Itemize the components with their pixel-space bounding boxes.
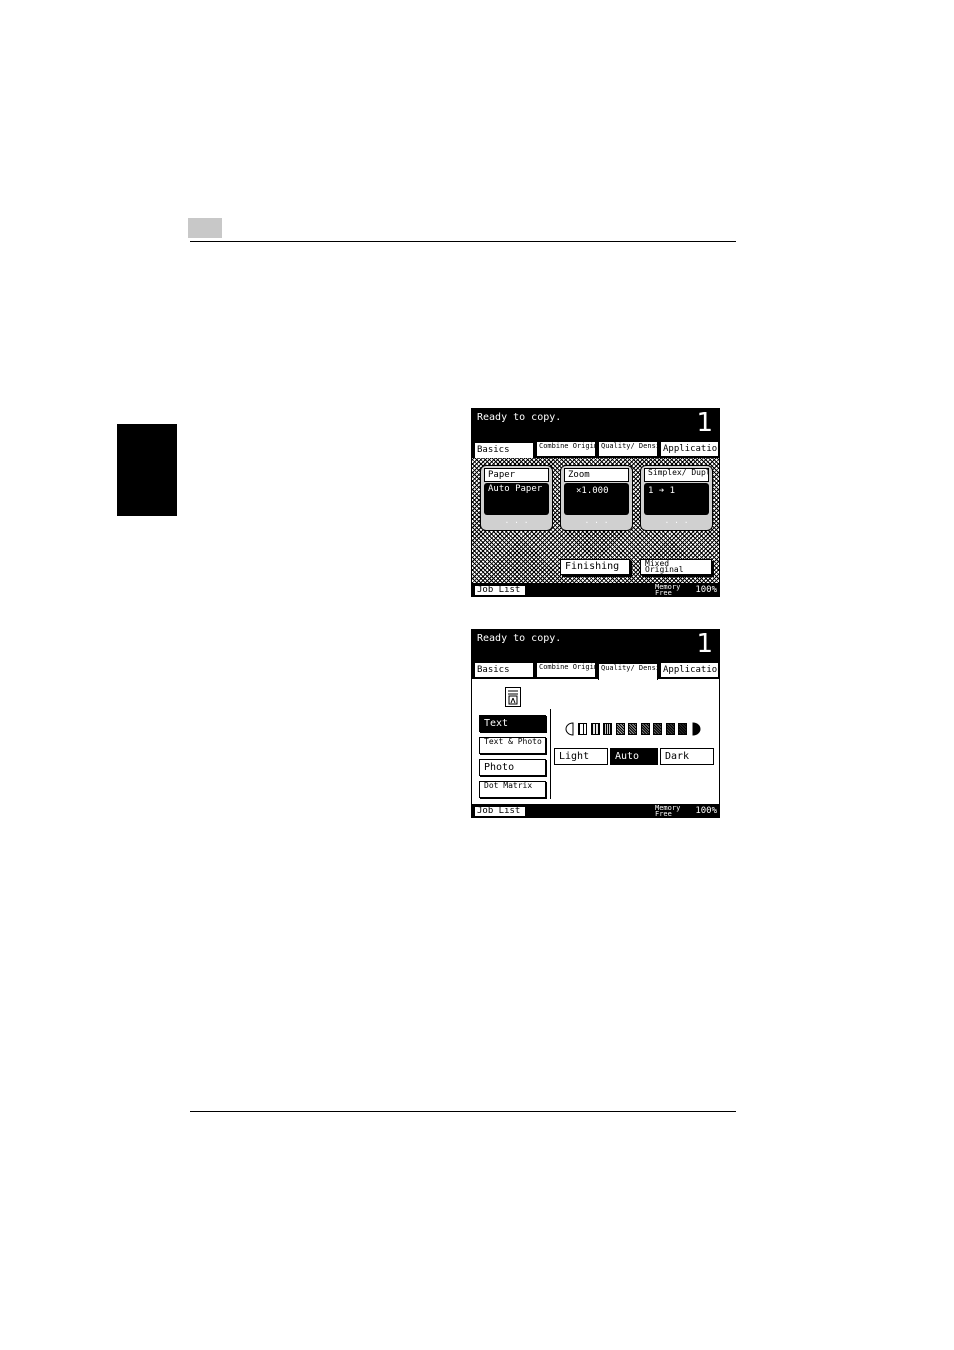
bottom-bar: Job List Memory Free 100% (472, 583, 719, 597)
tab-basics[interactable]: Basics (474, 442, 534, 459)
paper-more-icon: · · · (504, 518, 529, 527)
simplex-duplex-panel[interactable]: Simplex/ Duplex 1 ➔ 1 · · · (640, 465, 713, 531)
zoom-title: Zoom (564, 468, 629, 482)
density-cell (578, 723, 587, 735)
memory-free-label: Memory Free (655, 804, 681, 818)
job-list-button[interactable]: Job List (474, 585, 526, 596)
memory-percent: 100% (695, 806, 717, 816)
basics-body: Paper Auto Paper · · · Zoom ×1.000 · · ·… (472, 458, 719, 583)
tab-combine-originals[interactable]: Combine Originals (536, 662, 596, 678)
status-text: Ready to copy. (477, 633, 562, 644)
zoom-panel[interactable]: Zoom ×1.000 · · · (560, 465, 633, 531)
memory-free-label: Memory Free (655, 583, 681, 597)
dark-half-moon-icon (692, 722, 701, 736)
header-rule (190, 241, 736, 242)
zoom-more-icon: · · · (584, 518, 609, 527)
quality-density-screen: Ready to copy. 1 Basics Combine Original… (471, 629, 720, 818)
panel-divider (550, 709, 551, 799)
tab-combine-originals[interactable]: Combine Originals (536, 441, 596, 457)
finishing-button[interactable]: Finishing (560, 559, 630, 575)
paper-panel[interactable]: Paper Auto Paper · · · (480, 465, 553, 531)
tab-application[interactable]: Application (660, 441, 719, 457)
status-bar: Ready to copy. 1 (472, 630, 719, 659)
copy-count: 1 (696, 408, 713, 438)
bottom-bar: Job List Memory Free 100% (472, 804, 719, 818)
simplex-duplex-value: 1 ➔ 1 (644, 483, 709, 515)
simplex-duplex-more-icon: · · · (664, 518, 689, 527)
header-block (188, 218, 222, 238)
memory-percent: 100% (695, 585, 717, 595)
tab-bar: Basics Combine Originals Quality/ Densit… (472, 659, 719, 680)
quality-text-button[interactable]: Text (479, 715, 546, 732)
density-dark-button[interactable]: Dark (660, 748, 714, 765)
light-half-moon-icon (565, 722, 574, 736)
density-light-button[interactable]: Light (554, 748, 608, 765)
paper-title: Paper (484, 468, 549, 482)
zoom-value: ×1.000 (564, 483, 629, 515)
density-cell (628, 723, 637, 735)
density-cell (615, 723, 625, 735)
footer-rule (190, 1111, 736, 1112)
density-auto-button[interactable]: Auto (610, 748, 658, 765)
density-scale[interactable] (565, 722, 705, 736)
basics-screen: Ready to copy. 1 Basics Combine Original… (471, 408, 720, 597)
original-document-icon (505, 687, 521, 707)
paper-value: Auto Paper (484, 483, 549, 515)
density-cell (653, 723, 662, 735)
quality-photo-button[interactable]: Photo (479, 759, 546, 776)
job-list-button[interactable]: Job List (474, 806, 526, 817)
density-cell (590, 723, 600, 735)
quality-body: Text Text & Photo Photo Dot Matrix Light… (472, 679, 719, 804)
density-cell (603, 723, 612, 735)
tab-application[interactable]: Application (660, 662, 719, 678)
density-cell (640, 723, 650, 735)
quality-text-photo-button[interactable]: Text & Photo (479, 737, 546, 754)
mixed-original-button[interactable]: Mixed Original (640, 559, 712, 575)
quality-dot-matrix-button[interactable]: Dot Matrix (479, 781, 546, 798)
simplex-duplex-title: Simplex/ Duplex (644, 468, 709, 482)
tab-quality-density[interactable]: Quality/ Density (598, 663, 658, 680)
copy-count: 1 (696, 629, 713, 659)
status-text: Ready to copy. (477, 412, 562, 423)
tab-bar: Basics Combine Originals Quality/ Densit… (472, 438, 719, 459)
tab-basics[interactable]: Basics (474, 662, 534, 678)
chapter-tab (117, 424, 177, 516)
status-bar: Ready to copy. 1 (472, 409, 719, 438)
tab-quality-density[interactable]: Quality/ Density (598, 441, 658, 457)
density-cell (665, 723, 675, 735)
density-cell (678, 723, 687, 735)
